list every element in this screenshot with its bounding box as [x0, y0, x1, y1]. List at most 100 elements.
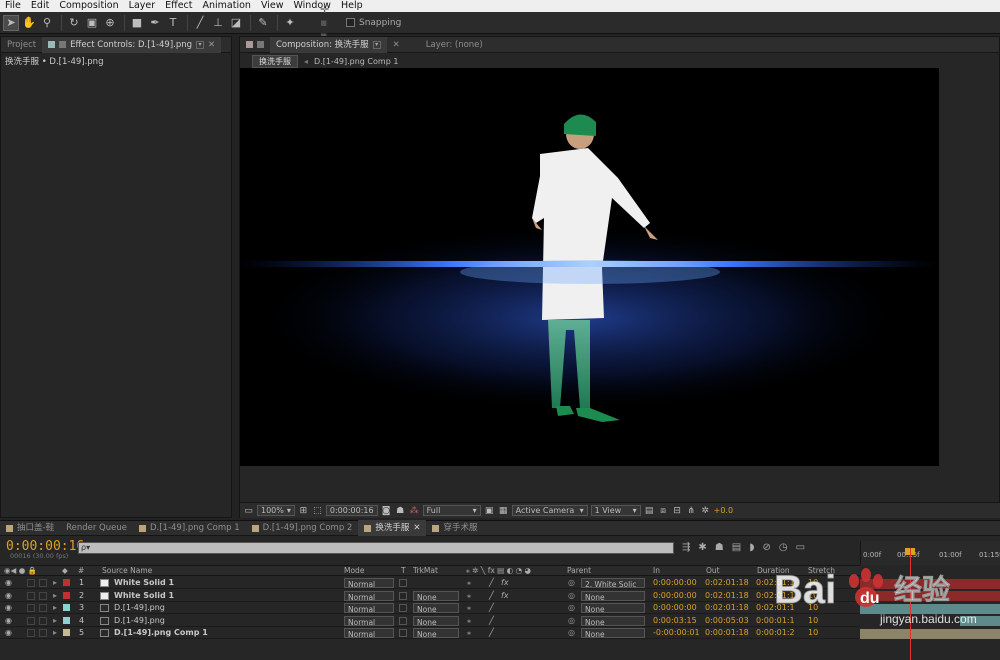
comp-tab-chevron-icon[interactable]: ▾: [372, 40, 381, 49]
layer-name[interactable]: D.[1-49].png: [114, 602, 165, 614]
timeline-tab-2[interactable]: D.[1-49].png Comp 1: [133, 520, 246, 536]
header-in[interactable]: In: [653, 566, 660, 576]
header-out[interactable]: Out: [706, 566, 720, 576]
roto-brush-tool-icon[interactable]: ✎: [255, 15, 271, 31]
puppet-pin-tool-icon[interactable]: ✦: [282, 15, 298, 31]
breadcrumb-item-sub[interactable]: D.[1-49].png Comp 1: [314, 57, 398, 66]
parent-pickwhip-icon[interactable]: ◎: [568, 577, 575, 589]
layer-row[interactable]: ◉ ▸ 1 White Solid 1 Normal ⁎ ╱ fx ◎ 2. W…: [0, 577, 860, 589]
out-point[interactable]: 0:02:01:18: [705, 577, 749, 589]
out-point[interactable]: 0:02:01:18: [705, 590, 749, 602]
tab-project[interactable]: Project: [1, 37, 42, 53]
shy-switch-icon[interactable]: ⁎: [467, 615, 471, 627]
timeline-tab-3[interactable]: D.[1-49].png Comp 2: [246, 520, 359, 536]
lock-toggle[interactable]: [39, 604, 47, 612]
fast-previews-icon[interactable]: ▣: [484, 505, 495, 516]
draft-3d-icon[interactable]: ✱: [698, 542, 706, 553]
layer-name[interactable]: White Solid 1: [114, 577, 174, 589]
fx-switch-icon[interactable]: fx: [501, 590, 509, 602]
quality-switch-icon[interactable]: ╱: [489, 627, 494, 639]
solo-toggle[interactable]: [27, 591, 35, 600]
expand-arrow-icon[interactable]: ▸: [53, 615, 57, 627]
label-color-swatch[interactable]: [63, 604, 70, 611]
expand-arrow-icon[interactable]: ▸: [53, 602, 57, 614]
panel-close-icon[interactable]: ✕: [208, 37, 215, 53]
brush-tool-icon[interactable]: ╱: [192, 15, 208, 31]
show-snapshot-icon[interactable]: ☗: [395, 505, 406, 516]
trkmat-dropdown[interactable]: None: [413, 615, 459, 627]
parent-dropdown[interactable]: None: [581, 603, 645, 613]
header-mode[interactable]: Mode: [344, 566, 364, 576]
solo-toggle[interactable]: [27, 616, 35, 625]
label-color-swatch[interactable]: [63, 616, 70, 624]
lock-toggle[interactable]: [39, 579, 47, 587]
snapping-toggle[interactable]: Snapping: [346, 18, 401, 28]
mode-dropdown[interactable]: Normal: [344, 603, 394, 614]
safe-margins-icon[interactable]: ⊞: [298, 505, 309, 516]
resolution-dropdown[interactable]: Full ▾: [422, 505, 481, 516]
breadcrumb-item-main[interactable]: 换洗手服: [252, 54, 298, 68]
timeline-tab-4[interactable]: 换洗手服 ✕: [358, 520, 427, 536]
region-of-interest-icon[interactable]: ⬚: [312, 505, 323, 516]
quality-switch-icon[interactable]: ╱: [489, 590, 494, 602]
in-point[interactable]: 0:00:00:00: [653, 577, 697, 589]
in-point[interactable]: 0:00:03:15: [653, 615, 697, 627]
zoom-dropdown[interactable]: 100% ▾: [257, 505, 295, 516]
out-point[interactable]: 0:00:05:03: [705, 615, 749, 627]
mode-dropdown[interactable]: Normal: [344, 628, 394, 639]
menu-composition[interactable]: Composition: [54, 0, 123, 12]
visibility-eye-icon[interactable]: ◉: [5, 602, 12, 614]
trkmat-dropdown[interactable]: None: [413, 603, 459, 614]
exposure-reset-icon[interactable]: ✲: [700, 505, 711, 516]
channel-rgb-icon[interactable]: ⁂: [409, 505, 420, 516]
label-color-swatch[interactable]: [63, 629, 70, 636]
parent-pickwhip-icon[interactable]: ◎: [568, 615, 575, 627]
menu-animation[interactable]: Animation: [198, 0, 256, 12]
transparency-grid-icon[interactable]: ▦: [498, 505, 509, 516]
clone-stamp-tool-icon[interactable]: ⊥: [210, 15, 226, 31]
layer-name[interactable]: D.[1-49].png Comp 1: [114, 627, 208, 639]
shy-switch-icon[interactable]: ⁎: [467, 577, 471, 589]
preserve-transparency-toggle[interactable]: [399, 616, 407, 625]
parent-pickwhip-icon[interactable]: ◎: [568, 590, 575, 602]
exposure-value[interactable]: +0.0: [714, 506, 733, 515]
trkmat-dropdown[interactable]: None: [413, 628, 459, 639]
solo-toggle[interactable]: [27, 629, 35, 637]
frame-blending-icon[interactable]: ▤: [732, 542, 741, 553]
in-point[interactable]: -0:00:00:01: [653, 627, 700, 639]
fast-preview-toggle-icon[interactable]: ⧈: [658, 505, 669, 516]
tab-effect-controls[interactable]: Effect Controls: D.[1-49].png ▾ ✕: [42, 36, 222, 53]
tab-composition[interactable]: Composition: 换洗手服 ▾: [270, 36, 387, 53]
rectangle-tool-icon[interactable]: ■: [129, 15, 145, 31]
visibility-eye-icon[interactable]: ◉: [5, 627, 12, 639]
solo-toggle[interactable]: [27, 579, 35, 587]
shy-switch-icon[interactable]: ⁎: [467, 602, 471, 614]
snapping-checkbox[interactable]: [346, 18, 355, 27]
visibility-eye-icon[interactable]: ◉: [5, 577, 12, 589]
menu-layer[interactable]: Layer: [124, 0, 161, 12]
text-tool-icon[interactable]: T: [165, 15, 181, 31]
comp-close-icon[interactable]: ✕: [387, 37, 406, 53]
preserve-transparency-toggle[interactable]: [399, 604, 407, 612]
menu-help[interactable]: Help: [336, 0, 368, 12]
quality-switch-icon[interactable]: ╱: [489, 602, 494, 614]
mode-dropdown[interactable]: Normal: [344, 590, 394, 602]
always-preview-icon[interactable]: ▭: [243, 505, 254, 516]
selection-tool-icon[interactable]: ➤: [3, 14, 19, 31]
pan-behind-tool-icon[interactable]: ⊕: [102, 15, 118, 31]
layer-row[interactable]: ◉ ▸ 2 White Solid 1 Normal None ⁎ ╱ fx ◎…: [0, 590, 860, 602]
trkmat-dropdown[interactable]: None: [413, 590, 459, 602]
tab-layer[interactable]: Layer: (none): [420, 37, 489, 53]
lock-toggle[interactable]: [39, 591, 47, 600]
flowchart-icon[interactable]: ⋔: [686, 505, 697, 516]
mode-dropdown[interactable]: Normal: [344, 615, 394, 627]
preserve-transparency-toggle[interactable]: [399, 579, 407, 587]
shy-switch-icon[interactable]: ⁎: [467, 627, 471, 639]
timeline-toggle-icon[interactable]: ⊟: [672, 505, 683, 516]
lock-toggle[interactable]: [39, 629, 47, 637]
label-color-swatch[interactable]: [63, 591, 70, 599]
preserve-transparency-toggle[interactable]: [399, 629, 407, 637]
eraser-tool-icon[interactable]: ◪: [228, 15, 244, 31]
in-point[interactable]: 0:00:00:00: [653, 590, 697, 602]
current-time-display[interactable]: 0:00:00:16: [325, 505, 378, 516]
